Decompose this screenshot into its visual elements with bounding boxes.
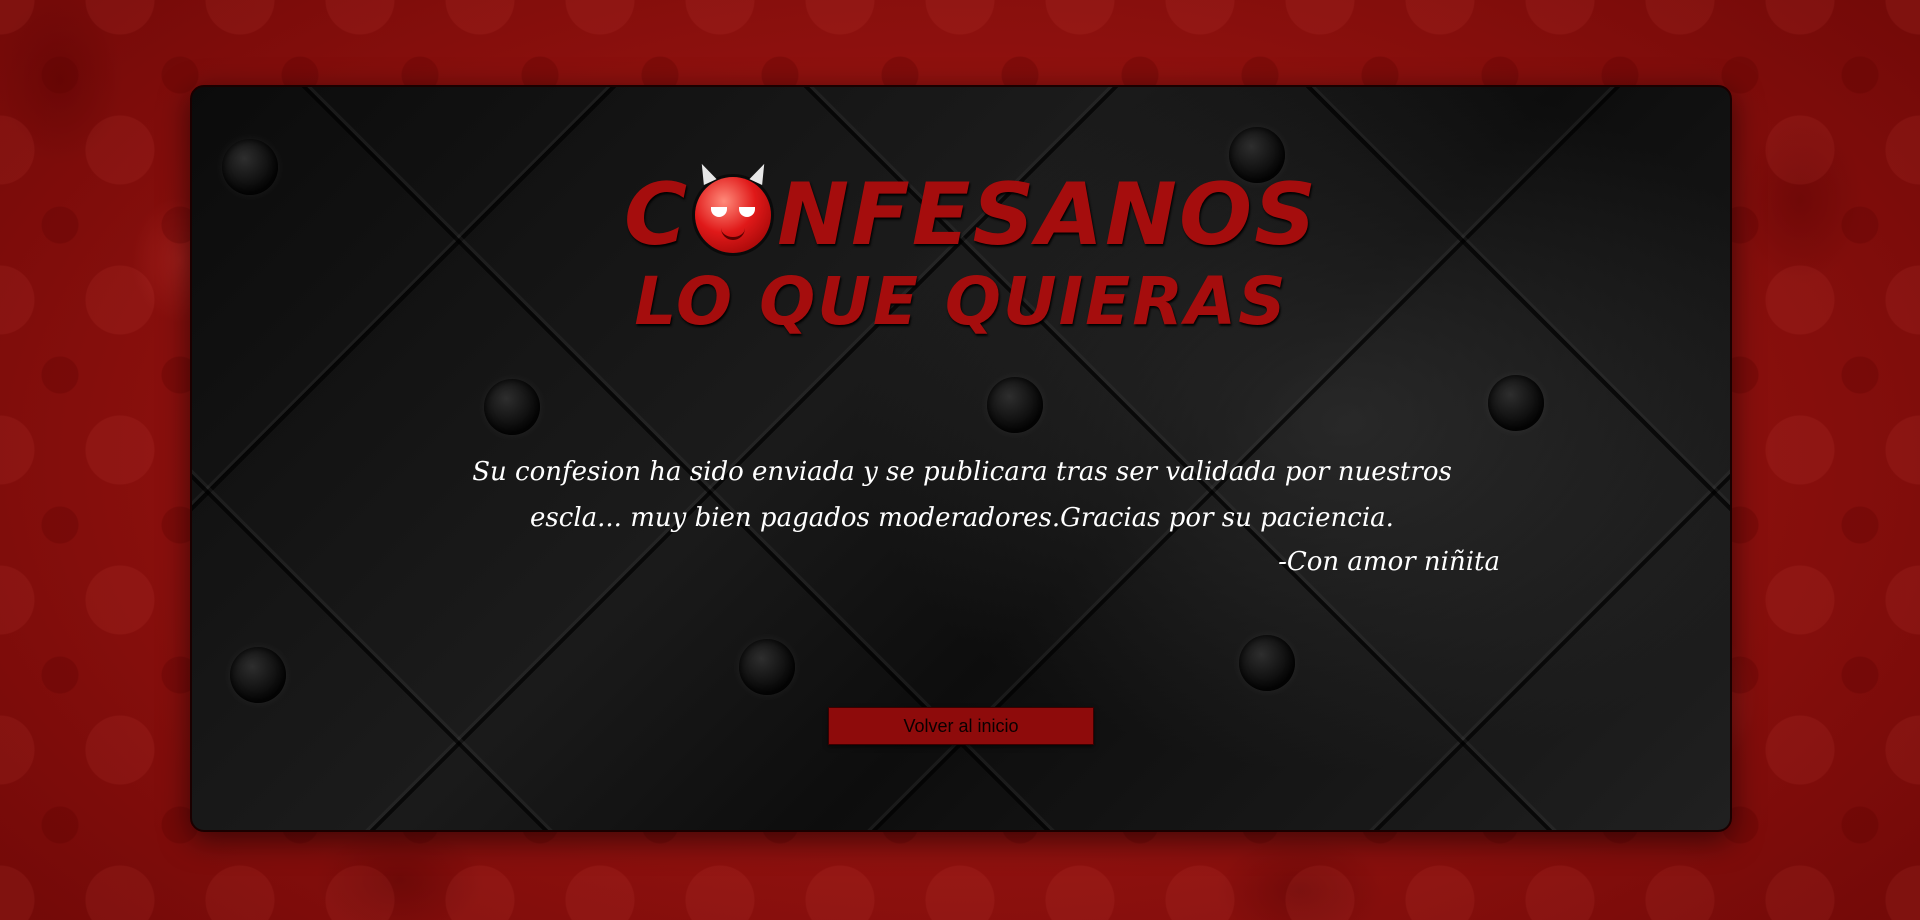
devil-horn-icon bbox=[749, 160, 771, 186]
tuft-button-decoration bbox=[484, 379, 540, 435]
devil-eye-icon bbox=[711, 207, 728, 217]
tuft-button-decoration bbox=[230, 647, 286, 703]
devil-eye-icon bbox=[739, 207, 756, 217]
logo-line-1: C NFESANOS bbox=[623, 160, 1319, 265]
devil-face-icon bbox=[695, 160, 772, 253]
site-logo: C NFESANOS LO QUE QUIERAS bbox=[192, 160, 1730, 340]
tuft-button-decoration bbox=[1239, 635, 1295, 691]
devil-mouth-icon bbox=[721, 227, 746, 240]
devil-horn-icon bbox=[695, 160, 717, 186]
confession-panel: C NFESANOS LO QUE QUIERAS Su confesion h… bbox=[190, 85, 1732, 832]
logo-line-2: LO QUE QUIERAS bbox=[634, 263, 1288, 340]
back-home-button[interactable]: Volver al inicio bbox=[828, 707, 1094, 745]
logo-letter-c: C bbox=[623, 165, 690, 265]
tuft-button-decoration bbox=[987, 377, 1043, 433]
confirmation-message: Su confesion ha sido enviada y se public… bbox=[472, 457, 1452, 533]
message-signature: -Con amor niñita bbox=[1278, 547, 1500, 577]
tuft-button-decoration bbox=[1488, 375, 1544, 431]
logo-text-rest: NFESANOS bbox=[777, 165, 1319, 265]
tuft-button-decoration bbox=[739, 639, 795, 695]
